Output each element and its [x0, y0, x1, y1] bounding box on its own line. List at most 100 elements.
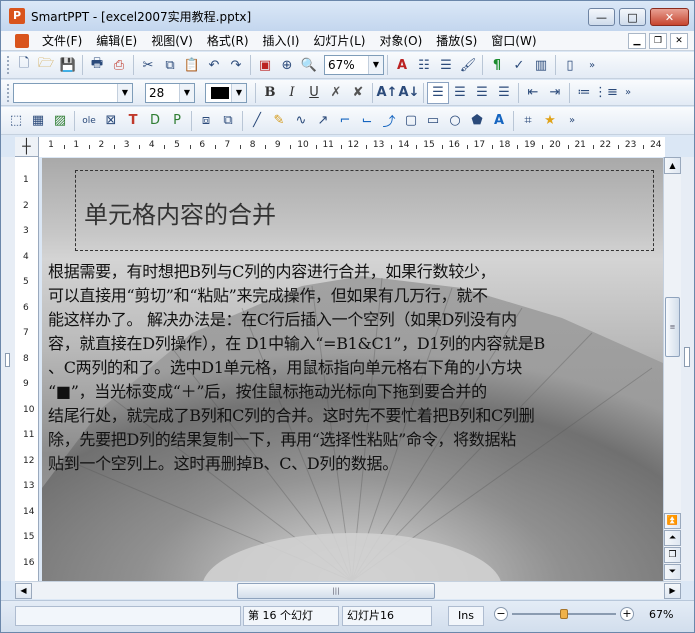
crop-icon[interactable]: ⌗	[517, 110, 539, 132]
outdent-icon[interactable]: ⇤	[522, 82, 544, 104]
arrow-icon[interactable]: ↗	[312, 110, 334, 132]
chevron-down-icon[interactable]: ▼	[179, 83, 194, 102]
first-slide-icon[interactable]: ⏫	[664, 513, 681, 529]
toolbar-more-icon[interactable]: »	[617, 82, 639, 104]
vertical-ruler[interactable]: 1 2 3 4 5 6 7 8 9 10 11 12 13 14 15 16	[15, 157, 39, 581]
pdf-export-icon[interactable]: ⎙	[108, 54, 130, 76]
left-pane-splitter[interactable]	[1, 157, 15, 581]
splitter-grip-icon[interactable]	[5, 353, 10, 367]
menu-slide[interactable]: 幻灯片(L)	[306, 31, 372, 51]
connector-icon[interactable]: ⌐	[334, 110, 356, 132]
align-left-icon[interactable]: ☰	[427, 81, 449, 104]
toolbar-more-icon[interactable]: »	[561, 110, 583, 132]
zoom-out-icon[interactable]: −	[494, 607, 508, 621]
toolbar-grip[interactable]	[7, 83, 10, 102]
slide-sorter-icon[interactable]: ❐	[664, 547, 681, 563]
toolbar-grip[interactable]	[7, 56, 10, 74]
next-slide-icon[interactable]: ⏷	[664, 564, 681, 580]
zoom-slider[interactable]	[512, 609, 616, 619]
text-box-icon[interactable]: T	[122, 110, 144, 132]
font-size-select[interactable]: 28 ▼	[145, 82, 195, 103]
group-icon[interactable]: ⧈	[195, 110, 217, 132]
new-file-icon[interactable]: 🗋	[13, 54, 35, 76]
strikethrough-icon[interactable]: ✗	[325, 82, 347, 104]
rounded-rectangle-icon[interactable]: ▭	[422, 110, 444, 132]
zoom-icon[interactable]: 🔍	[298, 54, 320, 76]
placeholder-icon[interactable]: P	[166, 110, 188, 132]
zoom-slider-thumb[interactable]	[560, 609, 568, 619]
ole-object-icon[interactable]: ole	[78, 110, 100, 132]
maximize-button[interactable]: □	[619, 8, 646, 26]
close-button[interactable]: ✕	[650, 8, 689, 26]
align-right-icon[interactable]: ☰	[471, 82, 493, 104]
paragraph-mark-icon[interactable]: ¶	[486, 54, 508, 76]
zoom-in-icon[interactable]: +	[620, 607, 634, 621]
underline-button[interactable]: U	[303, 82, 325, 104]
previous-slide-icon[interactable]: ⏶	[664, 530, 681, 546]
menu-object[interactable]: 对象(O)	[372, 31, 429, 51]
italic-button[interactable]: I	[281, 82, 303, 104]
menu-file[interactable]: 文件(F)	[35, 31, 89, 51]
image-frame-icon[interactable]: ⊠	[100, 110, 122, 132]
chart-icon[interactable]: ▥	[530, 54, 552, 76]
font-family-select[interactable]: ▼	[13, 82, 133, 103]
elbow-connector-icon[interactable]: ⌙	[356, 110, 378, 132]
vertical-scroll-thumb[interactable]: ≡	[665, 297, 680, 357]
menu-edit[interactable]: 编辑(E)	[89, 31, 144, 51]
fullscreen-icon[interactable]: ▯	[559, 54, 581, 76]
autoshape-icon[interactable]: ⬟	[466, 110, 488, 132]
line-icon[interactable]: ╱	[246, 110, 268, 132]
undo-icon[interactable]: ↶	[203, 54, 225, 76]
slide-notes-icon[interactable]: ☰	[435, 54, 457, 76]
horizontal-scroll-thumb[interactable]: |||	[237, 583, 435, 599]
save-icon[interactable]: 💾	[57, 54, 79, 76]
redo-icon[interactable]: ↷	[225, 54, 247, 76]
wordart-icon[interactable]: A	[488, 110, 510, 132]
align-center-icon[interactable]: ☰	[449, 82, 471, 104]
body-text-box[interactable]: 根据需要，有时想把B列与C列的内容进行合并，如果行数较少， 可以直接用“剪切”和…	[48, 260, 658, 476]
bullet-list-icon[interactable]: ≔	[573, 82, 595, 104]
open-folder-icon[interactable]: 🗁	[35, 54, 57, 76]
print-icon[interactable]: 🖶	[86, 54, 108, 76]
curved-connector-icon[interactable]: ⤴	[378, 110, 400, 132]
curve-icon[interactable]: ∿	[290, 110, 312, 132]
justify-icon[interactable]: ☰	[493, 82, 515, 104]
menu-format[interactable]: 格式(R)	[200, 31, 256, 51]
table-icon[interactable]: ▦	[27, 110, 49, 132]
menu-play[interactable]: 播放(S)	[429, 31, 484, 51]
scroll-left-icon[interactable]: ◀	[15, 583, 32, 599]
increase-font-icon[interactable]: A↑	[376, 82, 398, 104]
spellcheck-icon[interactable]: ✓	[508, 54, 530, 76]
font-color-select[interactable]: ▼	[205, 82, 247, 103]
ellipse-icon[interactable]: ○	[444, 110, 466, 132]
menu-insert[interactable]: 插入(I)	[256, 31, 307, 51]
rectangle-icon[interactable]: ▢	[400, 110, 422, 132]
doc-restore-icon[interactable]: ❐	[649, 33, 667, 49]
actual-size-icon[interactable]: ▣	[254, 54, 276, 76]
scroll-up-icon[interactable]: ▲	[664, 157, 681, 174]
slide-canvas[interactable]: 单元格内容的合并 根据需要，有时想把B列与C列的内容进行合并，如果行数较少， 可…	[42, 158, 663, 581]
scroll-right-icon[interactable]: ▶	[664, 583, 681, 599]
text-style-icon[interactable]: A	[391, 54, 413, 76]
doc-close-icon[interactable]: ✕	[670, 33, 688, 49]
chevron-down-icon[interactable]: ▼	[231, 83, 246, 102]
minimize-button[interactable]: —	[588, 8, 615, 26]
title-placeholder[interactable]: 单元格内容的合并	[75, 170, 654, 251]
vertical-scrollbar[interactable]: ▲ ≡ ⏫ ⏶ ❐ ⏷	[663, 157, 681, 581]
chevron-down-icon[interactable]: ▼	[117, 83, 132, 102]
title-bar[interactable]: P SmartPPT - [excel2007实用教程.pptx] — □ ✕	[1, 1, 694, 31]
splitter-grip-icon[interactable]	[684, 347, 690, 367]
menu-view[interactable]: 视图(V)	[144, 31, 200, 51]
chevron-down-icon[interactable]: ▼	[368, 56, 383, 74]
ungroup-icon[interactable]: ⧉	[217, 110, 239, 132]
effects-star-icon[interactable]: ★	[539, 110, 561, 132]
ruler-origin-icon[interactable]: ┼	[15, 137, 39, 157]
zoom-area-icon[interactable]: ⊕	[276, 54, 298, 76]
notes-icon[interactable]: ☷	[413, 54, 435, 76]
horizontal-scrollbar[interactable]: ◀ ||| ▶	[15, 581, 681, 599]
decrease-font-icon[interactable]: A↓	[398, 82, 420, 104]
bold-button[interactable]: B	[259, 82, 281, 104]
document-icon[interactable]	[15, 33, 29, 48]
horizontal-ruler[interactable]: 1 1 2 3 4 5 6 7 8 9 10 11 12 13 14 15 16 17 18 19 20 21 22 23 24	[39, 137, 665, 157]
clear-format-icon[interactable]: ✘	[347, 82, 369, 104]
